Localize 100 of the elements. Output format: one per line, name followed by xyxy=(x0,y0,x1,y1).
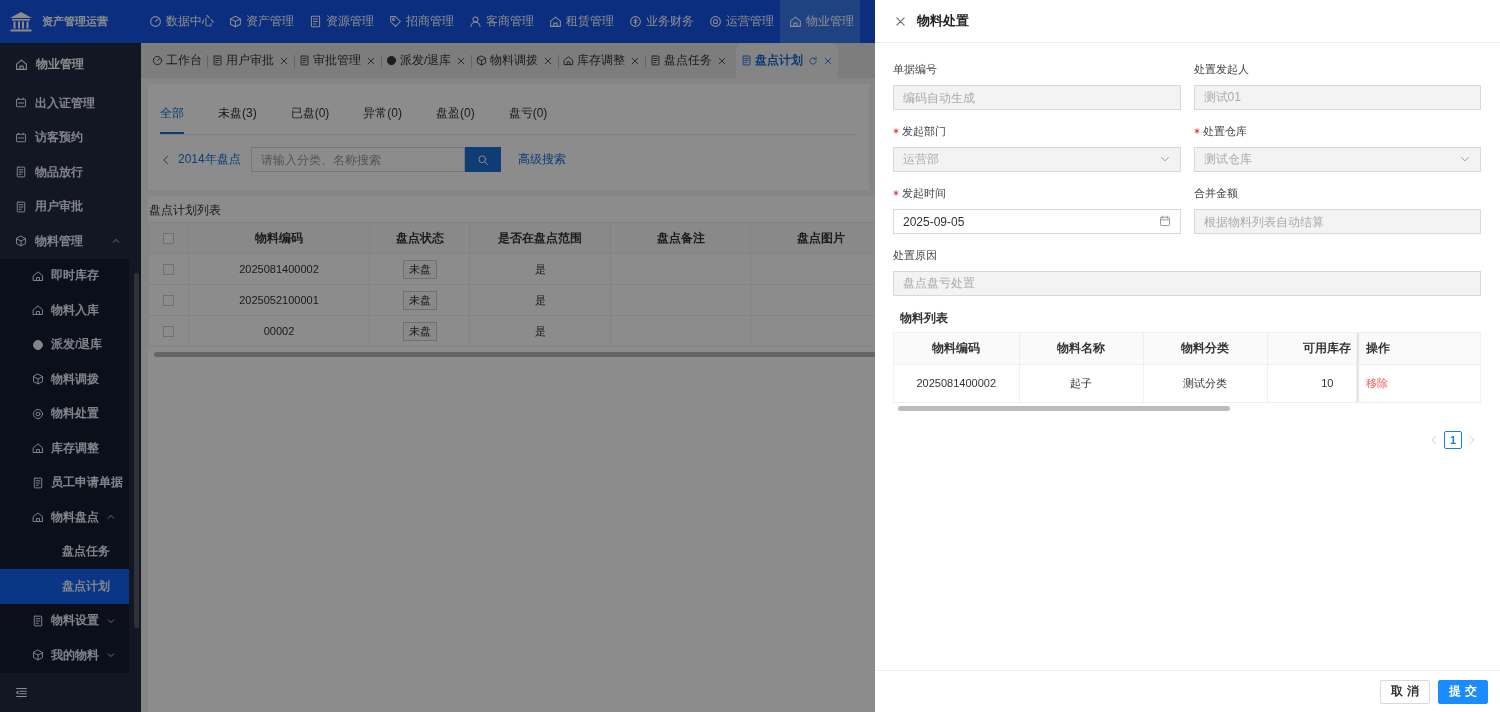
drawer-title: 物料处置 xyxy=(917,12,969,30)
submit-button[interactable]: 提 交 xyxy=(1438,679,1488,704)
menu-item[interactable]: 物料设置 xyxy=(0,603,129,639)
field-label: 处置原因 xyxy=(893,249,937,263)
table-cell: 是 xyxy=(469,284,611,316)
status-tag: 未盘 xyxy=(402,321,437,341)
column-header: 物料分类 xyxy=(1143,333,1267,364)
house-icon xyxy=(789,15,802,28)
checkbox[interactable] xyxy=(163,263,174,275)
filter-tab[interactable]: 盘盈(0) xyxy=(424,105,487,134)
cube-icon xyxy=(32,649,44,662)
table-title: 盘点计划列表 xyxy=(148,202,222,219)
advanced-search-link[interactable]: 高级搜索 xyxy=(518,151,566,168)
page-tab[interactable]: 盘点计划 xyxy=(736,43,839,78)
checkbox[interactable] xyxy=(163,294,174,306)
collapse-menu-icon[interactable] xyxy=(15,685,28,699)
table-cell: 2025081400002 xyxy=(894,364,1019,402)
field-label: 处置发起人 xyxy=(1193,63,1249,77)
section-title: 物料列表 xyxy=(900,310,949,326)
close-icon[interactable] xyxy=(894,14,907,28)
menu-item[interactable]: 物料处置 xyxy=(0,396,129,432)
table-cell: 2025081400002 xyxy=(188,253,370,285)
coin-icon xyxy=(629,15,642,28)
filter-tab[interactable]: 盘亏(0) xyxy=(496,105,560,134)
disc-icon xyxy=(386,55,397,66)
close-icon[interactable] xyxy=(456,55,467,66)
filter-tab[interactable]: 异常(0) xyxy=(351,105,414,134)
nav-item[interactable]: 运营管理 xyxy=(700,0,780,43)
close-icon[interactable] xyxy=(717,55,728,66)
column-header: 操作 xyxy=(1356,333,1480,364)
date-field[interactable]: 2025-09-05 xyxy=(893,209,1181,234)
menu-item[interactable]: 用户审批 xyxy=(0,189,141,225)
document-icon xyxy=(212,55,223,66)
menu-item[interactable]: 即时库存 xyxy=(0,258,129,294)
filter-tab[interactable]: 全部 xyxy=(160,105,184,134)
cancel-button[interactable]: 取 消 xyxy=(1380,679,1430,704)
close-icon[interactable] xyxy=(630,55,641,66)
nav-item[interactable]: 资源管理 xyxy=(300,0,380,43)
field-label: 发起部门 xyxy=(902,125,946,139)
page-button[interactable]: 1 xyxy=(1444,431,1462,449)
page-tab[interactable]: 派发/退库 xyxy=(381,43,472,78)
document-icon xyxy=(299,55,310,66)
chevron-left-icon xyxy=(1429,435,1439,445)
page-tab[interactable]: 物料调拨 xyxy=(471,43,559,78)
menu-item[interactable]: 访客预约 xyxy=(0,120,141,156)
house-icon xyxy=(32,304,44,317)
search-button[interactable] xyxy=(465,147,501,172)
search-icon xyxy=(477,153,489,166)
page-tab[interactable]: 用户审批 xyxy=(207,43,294,78)
menu-item[interactable]: 库存调整 xyxy=(0,431,129,466)
page-tab[interactable]: 审批管理 xyxy=(294,43,381,78)
house-icon xyxy=(32,269,44,282)
menu-item[interactable]: 派发/退库 xyxy=(0,327,129,363)
column-header: 可用库存 xyxy=(1267,333,1356,364)
close-icon[interactable] xyxy=(823,55,834,66)
menu-item[interactable]: 出入证管理 xyxy=(0,86,141,121)
column-header: 盘点备注 xyxy=(610,222,751,254)
bank-logo-icon xyxy=(9,10,33,33)
close-icon[interactable] xyxy=(279,55,289,66)
table-cell: 起子 xyxy=(1019,364,1143,402)
document-icon xyxy=(15,166,27,179)
menu-item[interactable]: 我的物料 xyxy=(0,638,129,673)
gauge-icon xyxy=(152,55,163,66)
field-label: 合并金额 xyxy=(1193,187,1238,201)
column-header: 盘点状态 xyxy=(369,222,470,254)
page-tab[interactable]: 盘点任务 xyxy=(645,43,733,78)
table-cell: 是 xyxy=(469,253,611,285)
document-icon xyxy=(741,55,753,66)
cube-icon xyxy=(229,15,242,28)
house-icon xyxy=(32,511,44,524)
status-tag: 未盘 xyxy=(402,259,437,279)
filter-tab[interactable]: 未盘(3) xyxy=(206,105,269,134)
gauge-icon xyxy=(149,15,162,28)
cube-icon xyxy=(32,373,44,386)
remove-link[interactable]: 移除 xyxy=(1365,376,1388,389)
ring-icon xyxy=(32,407,44,420)
checkbox[interactable] xyxy=(163,325,174,337)
filter-tab[interactable]: 已盘(0) xyxy=(278,105,342,134)
nav-item[interactable]: 业务财务 xyxy=(620,0,700,43)
page-tab[interactable]: 工作台 xyxy=(147,43,207,78)
menu-item[interactable]: 物料盘点 xyxy=(0,500,129,535)
page-tab[interactable]: 库存调整 xyxy=(558,43,646,78)
nav-item[interactable]: 客商管理 xyxy=(460,0,540,43)
nav-item[interactable]: 招商管理 xyxy=(380,0,460,43)
tag-icon xyxy=(389,15,402,28)
checkbox[interactable] xyxy=(163,232,174,244)
sidebar-title: 物业管理 xyxy=(36,56,84,74)
menu-item[interactable]: 物料入库 xyxy=(0,293,129,328)
close-icon[interactable] xyxy=(543,55,554,66)
menu-item[interactable]: 物料管理 xyxy=(0,224,141,259)
menu-item[interactable]: 物品放行 xyxy=(0,155,141,190)
close-icon[interactable] xyxy=(366,55,376,66)
nav-item[interactable]: 资产管理 xyxy=(220,0,300,43)
back-link[interactable]: 2014年盘点 xyxy=(160,151,251,168)
nav-item[interactable]: 数据中心 xyxy=(140,0,220,43)
menu-item[interactable]: 盘点计划 xyxy=(0,569,129,604)
menu-item[interactable]: 物料调拨 xyxy=(0,362,129,397)
menu-item[interactable]: 员工申请单据 xyxy=(0,465,129,501)
nav-item[interactable]: 物业管理 xyxy=(780,0,860,43)
nav-item[interactable]: 租赁管理 xyxy=(540,0,620,43)
